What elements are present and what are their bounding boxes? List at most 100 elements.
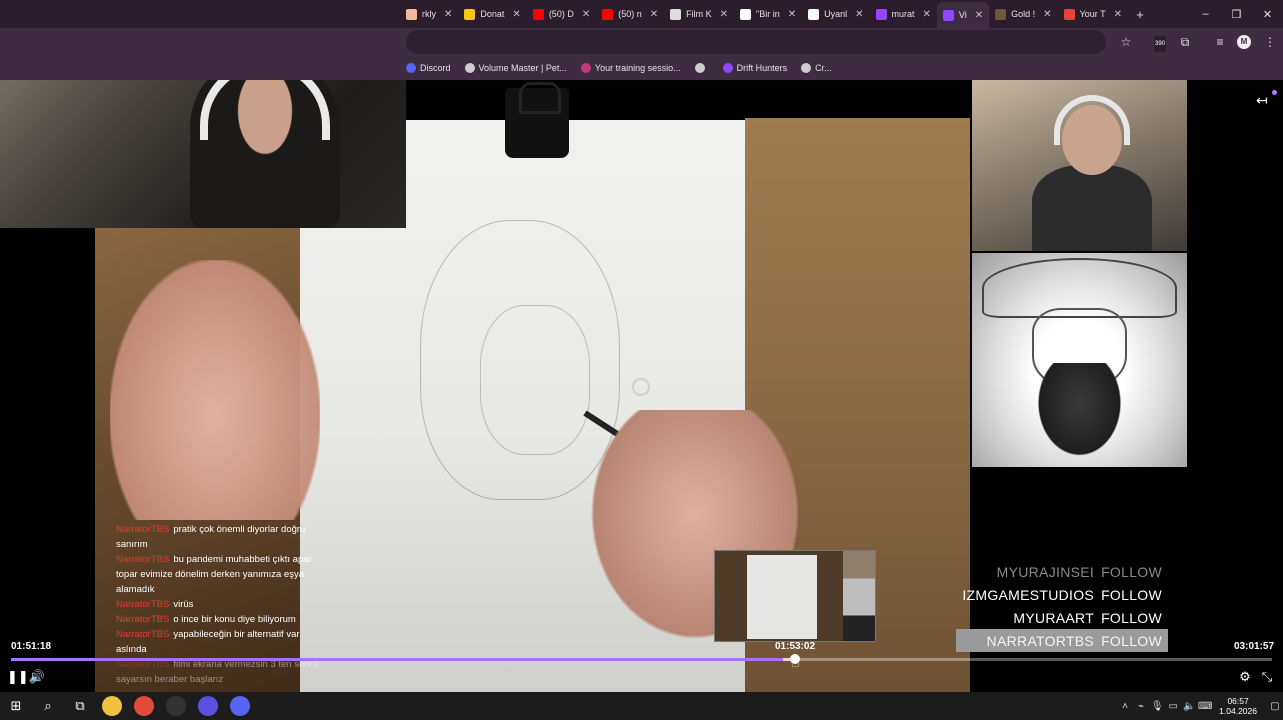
collapse-arrow-icon[interactable]: ↤ — [1256, 92, 1268, 109]
bookmark-star-icon[interactable]: ☆ — [1118, 34, 1134, 50]
bookmark-item[interactable] — [694, 63, 709, 73]
training-icon — [580, 63, 591, 73]
close-tab-icon[interactable]: ✕ — [512, 9, 520, 20]
restore-button[interactable]: ❐ — [1221, 0, 1252, 28]
extensions-puzzle-icon[interactable]: ⧉ — [1177, 34, 1193, 50]
browser-tab[interactable]: (50) D ✕ — [527, 3, 596, 25]
browser-tab[interactable]: murat ✕ — [870, 3, 937, 25]
gold-icon — [995, 8, 1007, 20]
seek-preview-thumbnail — [714, 550, 876, 642]
follow-row[interactable]: IZMGAMESTUDIOS FOLLOW — [956, 583, 1168, 606]
app-glyph — [134, 696, 154, 716]
seek-bar[interactable] — [11, 654, 1272, 664]
video-player[interactable]: ↤ NarratorTBS pratik çok önemli diyorlar … — [0, 80, 1283, 692]
tab-title: "Bir in — [756, 9, 780, 19]
system-clock[interactable]: 06:57 1.04.2026 — [1219, 696, 1257, 716]
bookmarks-bar: Discord Volume Master | Pet... Your traini… — [0, 56, 1283, 80]
follow-button[interactable]: FOLLOW — [1101, 564, 1162, 580]
media-controls-icon[interactable]: ≡ — [1212, 34, 1228, 50]
chat-message: NarratorTBS pratik çok önemli diyorlar do… — [116, 522, 326, 552]
pause-icon[interactable]: ❚❚ — [7, 668, 29, 686]
app-glyph — [230, 696, 250, 716]
browser-tab[interactable]: "Bir in ✕ — [734, 3, 802, 25]
browser-tab[interactable]: Your T ✕ — [1058, 3, 1128, 25]
obs-icon[interactable] — [160, 692, 192, 720]
bookmark-item[interactable]: Discord — [406, 63, 451, 73]
browser-tab[interactable]: (50) n ✕ — [596, 3, 664, 25]
close-tab-icon[interactable]: ✕ — [923, 9, 931, 20]
task-view-icon[interactable]: ⧉ — [64, 692, 96, 720]
cortana-icon[interactable] — [192, 692, 224, 720]
chevron-up-icon[interactable]: ˄ — [1117, 701, 1133, 712]
usb-icon[interactable]: ⌁ — [1133, 701, 1149, 712]
follow-row[interactable]: MYURAART FOLLOW — [956, 606, 1168, 629]
exit-fullscreen-icon[interactable]: ⤡ — [1258, 668, 1276, 686]
close-tab-icon[interactable]: ✕ — [1043, 9, 1051, 20]
discord-app-icon[interactable] — [224, 692, 256, 720]
app-glyph — [166, 696, 186, 716]
browser-tab[interactable]: Vi ✕ — [936, 2, 990, 28]
close-window-button[interactable]: ✕ — [1252, 0, 1283, 28]
bookmark-item[interactable]: Your training sessio... — [580, 63, 681, 73]
settings-gear-icon[interactable]: ⚙ — [1236, 668, 1254, 686]
minimize-button[interactable]: – — [1190, 0, 1221, 28]
browser-tab-strip: rkly ✕ Donat ✕ (50) D ✕ (50) n ✕ Film K ✕ "Bir in ✕… — [0, 0, 1283, 28]
mouse-cursor-icon: ☝ — [791, 654, 800, 670]
close-tab-icon[interactable]: ✕ — [788, 9, 796, 20]
tab-title: murat — [891, 9, 915, 19]
network-icon[interactable]: ▭ — [1165, 701, 1181, 712]
current-time: 01:51:18 — [11, 641, 52, 652]
browser-tab[interactable]: rkly ✕ — [400, 3, 458, 25]
close-tab-icon[interactable]: ✕ — [720, 9, 728, 20]
close-tab-icon[interactable]: ✕ — [855, 9, 863, 20]
menu-kebab-icon[interactable]: ⋮ — [1262, 34, 1278, 50]
browser-tab[interactable]: Donat ✕ — [458, 3, 526, 25]
total-time: 03:01:57 — [1234, 641, 1275, 652]
bookmark-item[interactable]: Volume Master | Pet... — [464, 63, 567, 73]
browser-tab[interactable]: Uyanl ✕ — [802, 3, 869, 25]
channel-name: MYURAART — [1013, 609, 1095, 626]
address-bar[interactable] — [406, 30, 1106, 54]
windows-start-icon[interactable]: ⊞ — [0, 692, 32, 720]
extension-counter-icon[interactable]: ▦390 — [1152, 34, 1168, 52]
close-tab-icon[interactable]: ✕ — [975, 10, 983, 21]
webcam-streamer — [972, 80, 1187, 251]
volume-icon[interactable]: 🔊 — [28, 668, 46, 686]
follow-button[interactable]: FOLLOW — [1101, 633, 1162, 649]
tab-title: (50) D — [548, 9, 574, 19]
gmail-icon — [1063, 8, 1075, 20]
youtube-icon — [532, 8, 544, 20]
search-icon[interactable]: ⌕ — [32, 692, 64, 720]
notification-dot — [1272, 90, 1277, 95]
file-explorer-icon[interactable] — [96, 692, 128, 720]
browser-toolbar: ☆ ▦390 ⧉ ≡ M ⋮ — [0, 28, 1283, 56]
globe-icon — [694, 63, 705, 73]
twitch-icon — [875, 8, 887, 20]
browser-tab[interactable]: Gold ! ✕ — [989, 3, 1057, 25]
new-tab-button[interactable]: + — [1128, 7, 1152, 22]
follow-button[interactable]: FOLLOW — [1101, 587, 1162, 603]
chrome-icon[interactable] — [128, 692, 160, 720]
bookmark-item[interactable]: Cr... — [801, 63, 832, 73]
headphones — [200, 80, 330, 140]
profile-avatar[interactable]: M — [1237, 35, 1251, 49]
close-tab-icon[interactable]: ✕ — [444, 9, 452, 20]
app-glyph — [198, 696, 218, 716]
follow-row[interactable]: NARRATORTBS FOLLOW — [956, 629, 1168, 652]
left-hand — [110, 260, 320, 520]
close-tab-icon[interactable]: ✕ — [1114, 9, 1122, 20]
close-tab-icon[interactable]: ✕ — [650, 9, 658, 20]
keyboard-icon[interactable]: ⌨ — [1197, 701, 1213, 712]
follow-row[interactable]: MYURAJINSEI FOLLOW — [956, 560, 1168, 583]
follow-button[interactable]: FOLLOW — [1101, 610, 1162, 626]
notification-center-icon[interactable]: ▢ — [1267, 701, 1283, 712]
bookmark-label: Volume Master | Pet... — [478, 63, 567, 73]
donation-icon — [464, 8, 476, 20]
browser-tab[interactable]: Film K ✕ — [664, 3, 734, 25]
microphone-icon[interactable]: 🎙 — [1149, 701, 1165, 712]
speaker-icon[interactable]: 🔈 — [1181, 701, 1197, 712]
streamer-body — [1032, 165, 1152, 251]
bookmark-item[interactable]: Drift Hunters — [722, 63, 787, 73]
streamer-headphones — [1054, 95, 1130, 145]
close-tab-icon[interactable]: ✕ — [582, 9, 590, 20]
